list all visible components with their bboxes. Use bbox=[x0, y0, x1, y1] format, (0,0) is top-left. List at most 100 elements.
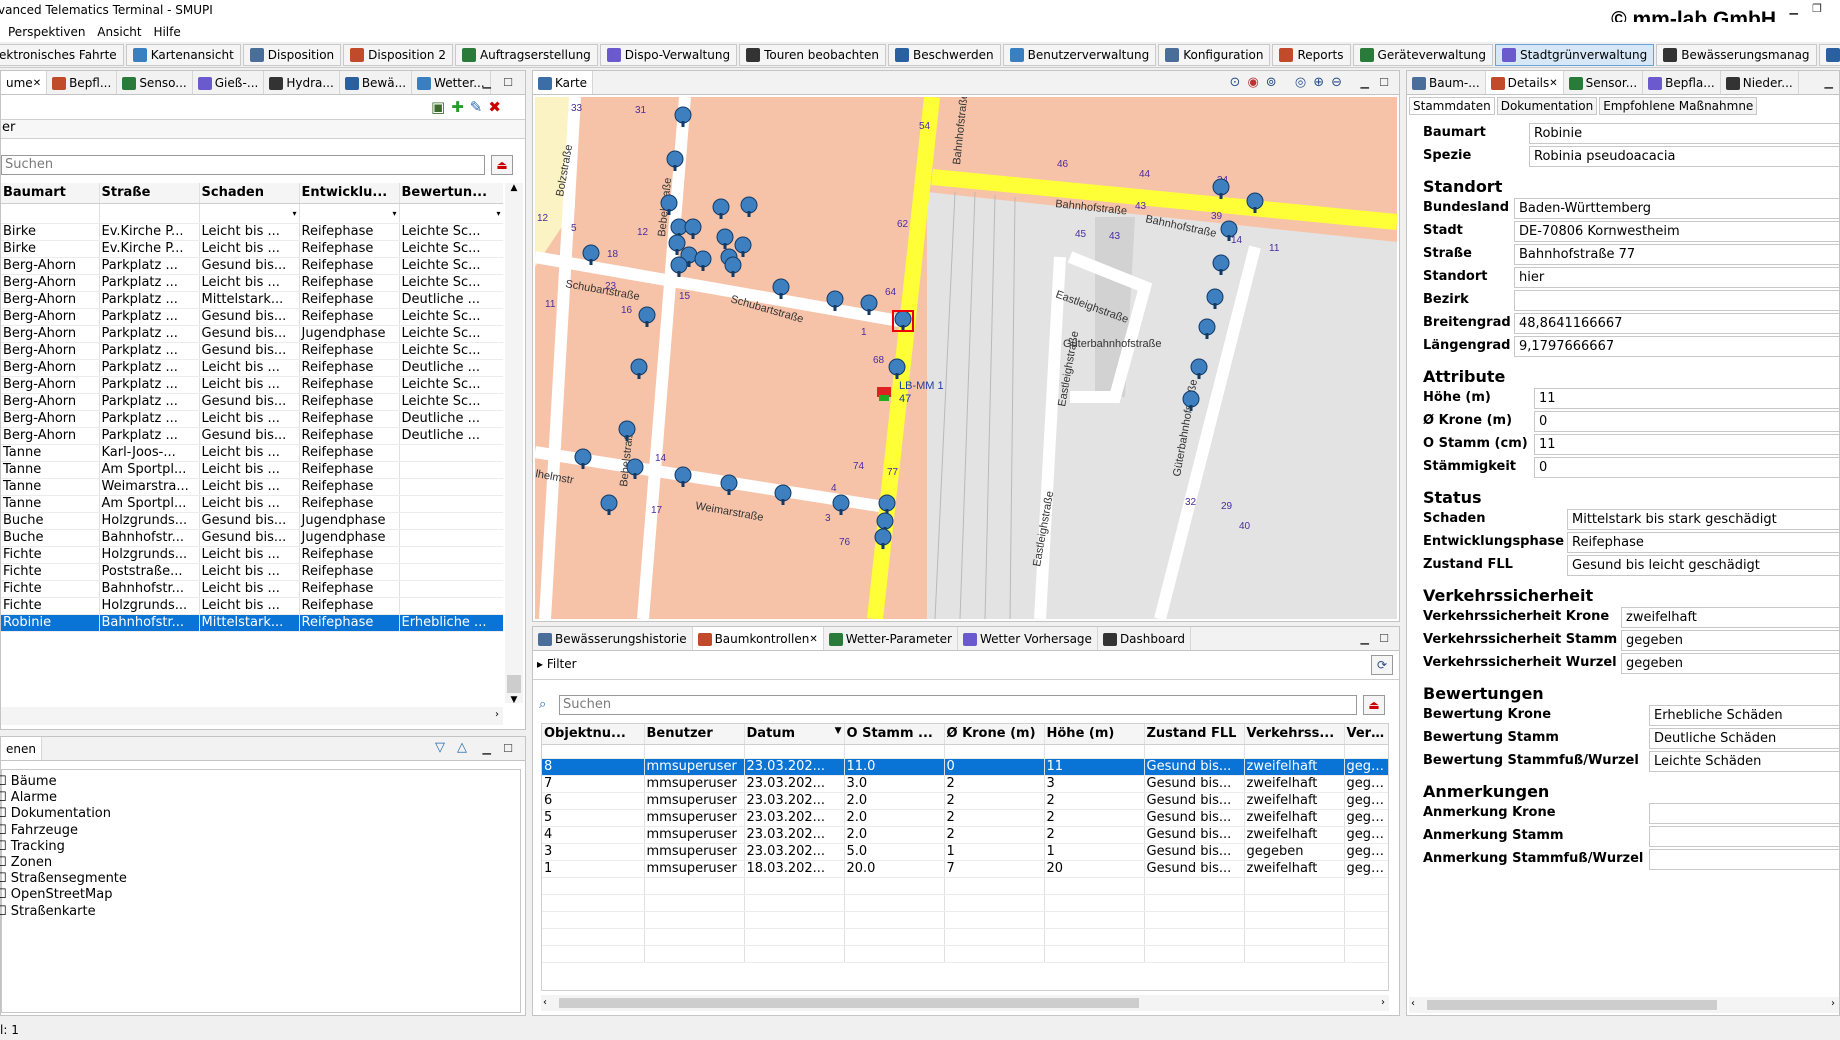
field-schaden[interactable]: Mittelstark bis stark geschädigt bbox=[1567, 509, 1839, 530]
column-header[interactable]: Objektnu... bbox=[542, 724, 645, 745]
table-row[interactable]: Berg-Ahorn Parkplatz ... Gesund bis... Reif… bbox=[1, 427, 503, 445]
field-bw-stamm[interactable]: Deutliche Schäden bbox=[1649, 728, 1839, 749]
field-baumart[interactable]: Robinie bbox=[1529, 123, 1839, 144]
table-row[interactable]: Tanne Weimarstra... Leicht bis ... Reifepha… bbox=[1, 478, 503, 496]
perspective-9[interactable]: Konfiguration bbox=[1158, 44, 1271, 66]
scroll-right-icon[interactable]: › bbox=[1381, 997, 1385, 1008]
field-stadt[interactable]: DE-70806 Kornwestheim bbox=[1514, 221, 1839, 242]
checkbox-icon[interactable]: ☐ bbox=[0, 855, 11, 870]
maximize-icon[interactable]: ☐ bbox=[1379, 632, 1389, 645]
column-filter[interactable] bbox=[1, 203, 100, 224]
center-icon[interactable]: ◎ bbox=[1295, 75, 1313, 90]
filter-bar[interactable]: er bbox=[1, 119, 525, 139]
clear-search-icon[interactable]: ⏏ bbox=[491, 155, 513, 175]
menu-ansicht[interactable]: Ansicht bbox=[97, 25, 141, 39]
column-header[interactable]: Datum ▼ bbox=[744, 724, 845, 745]
tab-1[interactable]: Baumkontrollen ✕ bbox=[692, 627, 824, 650]
layer-item[interactable]: ☐ Bäume bbox=[0, 774, 57, 789]
left-vscrollbar[interactable]: ▲ ▼ bbox=[505, 183, 523, 705]
perspective-4[interactable]: Auftragserstellung bbox=[454, 44, 598, 66]
filter-toggle[interactable]: ▸ Filter bbox=[537, 657, 577, 671]
field-bezirk[interactable] bbox=[1514, 290, 1839, 311]
table-row[interactable]: Tanne Karl-Joos-... Leicht bis ... Reifepha… bbox=[1, 444, 503, 462]
table-row[interactable]: Fichte Holzgrunds... Leicht bis ... Reifeph… bbox=[1, 597, 503, 615]
layer-item[interactable]: ☐ Zonen bbox=[0, 855, 52, 870]
field-an-krone[interactable] bbox=[1649, 803, 1839, 824]
tab-2[interactable]: Senso... bbox=[117, 71, 193, 94]
perspective-12[interactable]: Stadtgrünverwaltung bbox=[1495, 44, 1655, 66]
column-header[interactable]: Verkel bbox=[1344, 724, 1388, 745]
tab-3[interactable]: Gieß-... bbox=[193, 71, 265, 94]
field-vs-stamm[interactable]: gegeben bbox=[1621, 630, 1839, 651]
close-icon[interactable]: ✕ bbox=[33, 78, 41, 89]
perspective-10[interactable]: Reports bbox=[1272, 44, 1351, 66]
perspective-2[interactable]: Disposition bbox=[242, 44, 342, 66]
minimize-icon[interactable]: ▁ bbox=[1790, 2, 1798, 15]
perspective-6[interactable]: Touren beobachten bbox=[739, 44, 886, 66]
table-row[interactable]: Berg-Ahorn Parkplatz ... Gesund bis... Reif… bbox=[1, 342, 503, 360]
export-icon[interactable]: ▣ bbox=[431, 98, 451, 116]
minimize-icon[interactable]: ▁ bbox=[483, 76, 491, 89]
column-header[interactable]: Baumart bbox=[1, 183, 100, 204]
checkbox-icon[interactable]: ☐ bbox=[0, 871, 11, 886]
field-bw-krone[interactable]: Erhebliche Schäden bbox=[1649, 705, 1839, 726]
layer-item[interactable]: ☐ OpenStreetMap bbox=[0, 887, 112, 902]
perspective-5[interactable]: Dispo-Verwaltung bbox=[599, 44, 738, 66]
checkbox-icon[interactable]: ☐ bbox=[0, 887, 11, 902]
field-entwicklung[interactable]: Reifephase bbox=[1567, 532, 1839, 553]
tab-0[interactable]: ume ✕ bbox=[1, 71, 48, 94]
field-staemmigkeit[interactable]: 0 bbox=[1534, 457, 1839, 478]
scroll-down-icon[interactable]: ▼ bbox=[505, 695, 523, 705]
table-row[interactable]: 8 mmsuperuser 23.03.202... 11.0 0 11 Gesund bi… bbox=[542, 758, 1388, 776]
perspective-11[interactable]: Geräteverwaltung bbox=[1352, 44, 1494, 66]
bottom-hscrollbar[interactable]: ‹ › bbox=[541, 995, 1389, 1011]
layer-item[interactable]: ☐ Tracking bbox=[0, 839, 65, 854]
table-row[interactable]: 7 mmsuperuser 23.03.202... 3.0 2 3 Gesund bis.… bbox=[542, 775, 1388, 793]
field-krone[interactable]: 0 bbox=[1534, 411, 1839, 432]
tab-1[interactable]: Details ✕ bbox=[1485, 71, 1564, 94]
table-row[interactable]: Buche Holzgrunds... Gesund bis... Jugendpha… bbox=[1, 512, 503, 530]
tab-6[interactable]: Wetter... bbox=[412, 71, 491, 94]
column-header[interactable]: Höhe (m) bbox=[1044, 724, 1145, 745]
tab-2[interactable]: Sensor... bbox=[1564, 71, 1644, 94]
tab-layers[interactable]: enen bbox=[1, 737, 42, 760]
column-header[interactable]: Entwicklu... bbox=[299, 183, 400, 204]
maximize-icon[interactable]: ☐ bbox=[1379, 76, 1389, 89]
perspective-0[interactable]: ektronisches Fahrte bbox=[0, 44, 124, 66]
tab-0[interactable]: Baum-... bbox=[1407, 71, 1486, 94]
minimize-icon[interactable]: ▁ bbox=[483, 742, 491, 755]
tab-5[interactable]: Bewä... bbox=[340, 71, 413, 94]
table-row[interactable]: Berg-Ahorn Parkplatz ... Mittelstark... Rei… bbox=[1, 291, 503, 309]
table-row[interactable]: Buche Bahnhofstr... Gesund bis... Jugendpha… bbox=[1, 529, 503, 547]
menu-hilfe[interactable]: Hilfe bbox=[153, 25, 180, 39]
field-bundesland[interactable]: Baden-Württemberg bbox=[1514, 198, 1839, 219]
column-header[interactable]: Verkehrss... bbox=[1244, 724, 1345, 745]
column-filter[interactable] bbox=[99, 203, 200, 224]
field-vs-krone[interactable]: zweifelhaft bbox=[1621, 607, 1839, 628]
checkbox-icon[interactable]: ☐ bbox=[0, 774, 11, 789]
field-fll[interactable]: Gesund bis leicht geschädigt bbox=[1567, 555, 1839, 576]
table-row[interactable]: 6 mmsuperuser 23.03.202... 2.0 2 2 Gesund bis.… bbox=[542, 792, 1388, 810]
scroll-left-icon[interactable]: ‹ bbox=[543, 997, 547, 1008]
field-vs-wurzel[interactable]: gegeben bbox=[1621, 653, 1839, 674]
layer-item[interactable]: ☐ Straßenkarte bbox=[0, 904, 96, 919]
checkbox-icon[interactable]: ☐ bbox=[0, 839, 11, 854]
table-row[interactable]: Berg-Ahorn Parkplatz ... Leicht bis ... Rei… bbox=[1, 359, 503, 377]
table-row[interactable]: Birke Ev.Kirche P... Leicht bis ... Reifeph… bbox=[1, 223, 503, 241]
table-row[interactable]: Fichte Holzgrunds... Leicht bis ... Reifeph… bbox=[1, 546, 503, 564]
table-row[interactable]: Berg-Ahorn Parkplatz ... Gesund bis... Reif… bbox=[1, 308, 503, 326]
layer-item[interactable]: ☐ Dokumentation bbox=[0, 806, 111, 821]
perspective-14[interactable]: Geräteupdates bbox=[1818, 44, 1840, 66]
column-filter[interactable]: ▾ bbox=[399, 203, 503, 224]
record-icon[interactable]: ◉ bbox=[1247, 75, 1265, 90]
table-row[interactable]: Fichte Bahnhofstr... Leicht bis ... Reifeph… bbox=[1, 580, 503, 598]
zoom-area-icon[interactable]: ⊙ bbox=[1230, 75, 1248, 90]
column-header[interactable]: Ø Krone (m) bbox=[944, 724, 1045, 745]
map-canvas[interactable]: Bahnhofstraße Bahnhofstraße Bahnhofstraße S… bbox=[535, 97, 1397, 619]
subtab-1[interactable]: Dokumentation bbox=[1496, 97, 1598, 115]
layers-icon[interactable]: ⊚ bbox=[1266, 75, 1284, 90]
field-strasse[interactable]: Bahnhofstraße 77 bbox=[1514, 244, 1839, 265]
clear-search-icon[interactable]: ⏏ bbox=[1363, 695, 1385, 715]
table-row[interactable]: 5 mmsuperuser 23.03.202... 2.0 2 2 Gesund bis.… bbox=[542, 809, 1388, 827]
minimize-icon[interactable]: ▁ bbox=[1361, 632, 1369, 645]
